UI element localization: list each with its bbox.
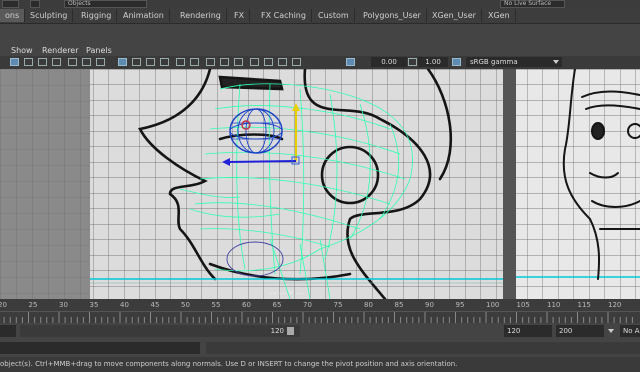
shadows-icon[interactable]	[190, 58, 199, 66]
gate-divider	[503, 69, 516, 299]
exposure-field[interactable]: 0.00	[371, 57, 407, 67]
live-surface-field[interactable]: No Live Surface	[500, 0, 565, 8]
viewport[interactable]: ▭ — ✕ —	[0, 69, 640, 299]
time-tick-label: 45	[150, 301, 160, 309]
time-tick-label: 65	[272, 301, 282, 309]
anim-layer-field[interactable]: No A	[620, 325, 640, 337]
dropdown-icon[interactable]	[30, 0, 40, 8]
isolate-select-icon[interactable]	[250, 58, 259, 66]
film-gate-icon[interactable]	[82, 58, 91, 66]
status-line: Objects No Live Surface	[0, 0, 640, 8]
shelf-tab-fx[interactable]: FX	[229, 9, 251, 22]
ambient-occlusion-icon[interactable]	[206, 58, 215, 66]
range-slider: 120 120 200 No A	[0, 323, 640, 339]
command-line	[0, 339, 640, 357]
shelf-tab-rigging[interactable]: Rigging	[76, 9, 118, 22]
exposure-icon[interactable]	[346, 58, 355, 66]
shelf-tab-polygons-user[interactable]: Polygons_User	[358, 9, 427, 22]
shelf-content	[0, 24, 640, 46]
time-tick-label: 80	[364, 301, 373, 309]
camera-attributes-icon[interactable]	[24, 58, 33, 66]
range-end-label: 120	[270, 327, 284, 335]
time-slider[interactable]: 20 25 30 35 40 45 50 55 60 65 70 75 80 85 90 95 100 105 11…	[0, 299, 640, 323]
time-tick-label: 75	[333, 301, 343, 309]
shelf-tab-custom[interactable]: Custom	[313, 9, 355, 22]
grid-icon[interactable]	[68, 58, 77, 66]
viewport-hud-label: ▭ — ✕ —	[270, 289, 303, 297]
time-tick-label: 55	[211, 301, 221, 309]
command-result	[206, 342, 640, 354]
gamma-icon[interactable]	[408, 58, 417, 66]
color-management-icon[interactable]	[452, 58, 461, 66]
time-tick-label: 35	[89, 301, 99, 309]
menu-renderer[interactable]: Renderer	[42, 46, 79, 56]
menu-show[interactable]: Show	[11, 46, 33, 56]
time-tick-label: 20	[0, 301, 7, 309]
shelf-tab-bar: ons Sculpting Rigging Animation Renderin…	[0, 8, 640, 24]
time-tick-label: 50	[181, 301, 190, 309]
chevron-down-icon[interactable]	[608, 329, 614, 333]
anti-aliasing-icon[interactable]	[234, 58, 243, 66]
smooth-shade-icon[interactable]	[132, 58, 141, 66]
bookmark-icon[interactable]	[38, 58, 47, 66]
time-tick-label: 115	[577, 301, 591, 309]
time-tick-label: 120	[608, 301, 622, 309]
resolution-gate-icon[interactable]	[96, 58, 105, 66]
shelf-tab-fx-caching[interactable]: FX Caching	[256, 9, 312, 22]
range-handle[interactable]	[287, 327, 294, 335]
time-tick-label: 110	[547, 301, 561, 309]
chevron-down-icon[interactable]	[553, 60, 559, 64]
help-line: object(s). Ctrl+MMB+drag to move compone…	[0, 357, 640, 372]
view-transform-dropdown[interactable]: sRGB gamma	[466, 57, 562, 67]
image-plane-icon[interactable]	[52, 58, 61, 66]
motion-blur-icon[interactable]	[220, 58, 229, 66]
anim-end-field[interactable]: 200	[556, 325, 604, 337]
menu-set-arrow-icon[interactable]	[2, 0, 19, 8]
end-time-field[interactable]: 120	[504, 325, 552, 337]
time-tick-label: 100	[486, 301, 500, 309]
shelf-tab-sculpting[interactable]: Sculpting	[25, 9, 74, 22]
panel-toolbar: 0.00 1.00 sRGB gamma	[0, 56, 640, 70]
time-tick-label: 105	[516, 301, 530, 309]
shelf-tab-xgen[interactable]: XGen	[483, 9, 516, 22]
time-tick-label: 25	[28, 301, 38, 309]
range-bar[interactable]: 120	[20, 325, 300, 337]
select-camera-icon[interactable]	[10, 58, 19, 66]
menu-panels[interactable]: Panels	[86, 46, 112, 56]
selection-mask-dropdown[interactable]: Objects	[64, 0, 147, 8]
xray-components-icon[interactable]	[292, 58, 301, 66]
time-tick-label: 70	[303, 301, 312, 309]
wireframe-on-shaded-icon[interactable]	[146, 58, 155, 66]
time-tick-label: 60	[242, 301, 251, 309]
xray-icon[interactable]	[264, 58, 273, 66]
panel-menu-bar: Show Renderer Panels	[0, 46, 640, 56]
start-time-field[interactable]	[0, 325, 16, 337]
shelf-tab-rendering[interactable]: Rendering	[175, 9, 227, 22]
lights-icon[interactable]	[176, 58, 185, 66]
shelf-tab-animation[interactable]: Animation	[118, 9, 170, 22]
time-tick-label: 90	[425, 301, 434, 309]
time-tick-label: 40	[120, 301, 129, 309]
command-input[interactable]	[0, 342, 200, 354]
xray-joints-icon[interactable]	[278, 58, 287, 66]
wireframe-icon[interactable]	[118, 58, 127, 66]
textured-icon[interactable]	[160, 58, 169, 66]
shelf-tab-0[interactable]: ons	[0, 9, 26, 22]
viewport-canvas: ▭ — ✕ —	[0, 69, 640, 299]
shelf-tab-xgen-user[interactable]: XGen_User	[427, 9, 482, 22]
time-tick-label: 85	[394, 301, 404, 309]
time-tick-label: 95	[455, 301, 465, 309]
time-tick-label: 30	[59, 301, 68, 309]
time-slider-baseline	[0, 311, 640, 312]
gamma-field[interactable]: 1.00	[418, 57, 448, 67]
